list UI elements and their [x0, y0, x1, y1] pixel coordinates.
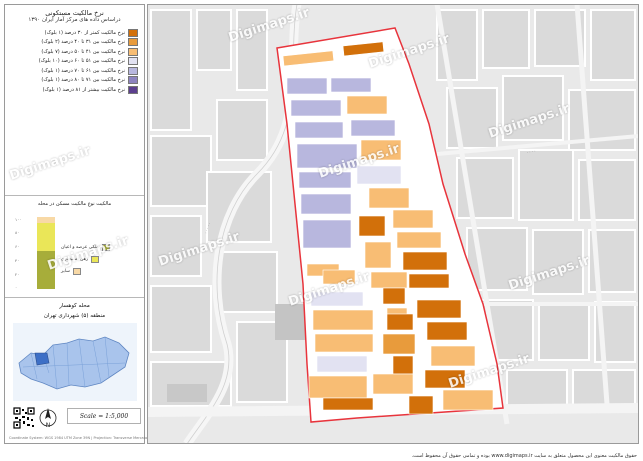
svg-text:N: N — [46, 422, 51, 429]
legend-title: نرخ مالکیت مستکونی — [45, 9, 104, 17]
legend-label: نرخ مالکیت بیشتر از ۸۱ درصد (۱ بلوک) — [42, 86, 125, 93]
legend-swatch — [128, 57, 138, 66]
legend-swatch — [128, 66, 138, 75]
qr-code — [13, 407, 35, 429]
stack-legend-swatch — [72, 267, 81, 275]
dark-parcel — [167, 384, 207, 402]
divider — [5, 297, 144, 298]
legend-item: نرخ مالکیت بین ۷۱ تا ۸۰ درصد (۱ بلوک) — [11, 76, 138, 86]
map-sheet: نرخ مالکیت مستکونی دراساس داده های مرکز … — [0, 0, 643, 461]
coordinate-note: Coordinate System: WGS 1984 UTM Zone 39N… — [9, 436, 149, 440]
neighborhood-name: محله کوهسار — [59, 303, 90, 309]
north-arrow-icon: N — [39, 408, 57, 429]
legend-label: نرخ مالکیت بین ۶۱ تا ۷۰ درصد (۱ بلوک) — [41, 67, 125, 74]
copyright-notice: حقوق مالکیت معنوی این محصول متعلق به سای… — [411, 453, 637, 459]
stack-segment-rent — [37, 223, 55, 251]
stack-tick: ۱۰۰ — [15, 217, 22, 222]
district-5-highlight — [34, 352, 50, 366]
legend-item: نرخ مالکیت بین ۴۱ تا ۵۰ درصد (۷ بلوک) — [11, 47, 138, 57]
stack-tick: ۰ — [15, 285, 18, 290]
tenure-stacked-bar — [37, 217, 55, 289]
legend-swatch — [128, 76, 138, 85]
stack-tick: ۸۰ — [15, 230, 20, 235]
stack-tick: ۲۰ — [15, 272, 20, 277]
scale-label: Scale = 1:5,000 — [79, 412, 129, 420]
legend-swatch — [128, 38, 138, 47]
stack-tick: ۶۰ — [15, 244, 20, 249]
legend-item: نرخ مالکیت بین ۶۱ تا ۷۰ درصد (۱ بلوک) — [11, 66, 138, 76]
legend-label: نرخ مالکیت بین ۳۱ تا ۴۰ درصد (۲ بلوک) — [41, 39, 125, 46]
legend-label: نرخ مالکیت بین ۴۱ تا ۵۰ درصد (۷ بلوک) — [41, 48, 125, 55]
legend-item: نرخ مالکیت بیشتر از ۸۱ درصد (۱ بلوک) — [11, 85, 138, 95]
legend-item: نرخ مالکیت بین ۵۱ تا ۶۰ درصد (۱۰ بلوک) — [11, 57, 138, 67]
legend-label: نرخ مالکیت بین ۵۱ تا ۶۰ درصد (۱۰ بلوک) — [38, 58, 125, 65]
locator-map — [13, 323, 137, 401]
divider — [5, 195, 144, 196]
stack-axis: ۱۰۰ ۸۰ ۶۰ ۴۰ ۲۰ ۰ — [15, 217, 35, 290]
legend-item: نرخ مالکیت کمتر از ۳۰ درصد (۱ بلوک) — [11, 28, 138, 38]
scale-box: Scale = 1:5,000 — [67, 408, 141, 424]
legend-item: نرخ مالکیت بین ۳۱ تا ۴۰ درصد (۲ بلوک) — [11, 38, 138, 48]
legend-panel: نرخ مالکیت مستکونی دراساس داده های مرکز … — [4, 4, 149, 444]
stack-chart-title: مالکیت نوع مالکیت مسکن در محله — [37, 201, 112, 207]
tehran-districts-shape — [18, 336, 130, 390]
legend-swatch — [128, 85, 138, 94]
legend-label: نرخ مالکیت کمتر از ۳۰ درصد (۱ بلوک) — [44, 29, 125, 36]
dark-parcel — [275, 304, 305, 340]
district-name: منطقه (۵) شهرداری تهران — [43, 313, 106, 319]
legend-swatch — [128, 47, 138, 56]
stack-tick: ۴۰ — [15, 258, 20, 263]
ownership-legend: نرخ مالکیت کمتر از ۳۰ درصد (۱ بلوک) نرخ … — [11, 28, 138, 95]
legend-label: نرخ مالکیت بین ۷۱ تا ۸۰ درصد (۱ بلوک) — [41, 77, 125, 84]
legend-swatch — [128, 28, 138, 37]
map-canvas[interactable]: · · · · · · · · · Digimaps.ir Digimaps.i… — [147, 4, 639, 444]
basemap: · · · · · · · · · — [147, 4, 639, 444]
legend-subtitle: دراساس داده های مرکز آمار ایران ۱۳۹۰ — [28, 17, 121, 23]
